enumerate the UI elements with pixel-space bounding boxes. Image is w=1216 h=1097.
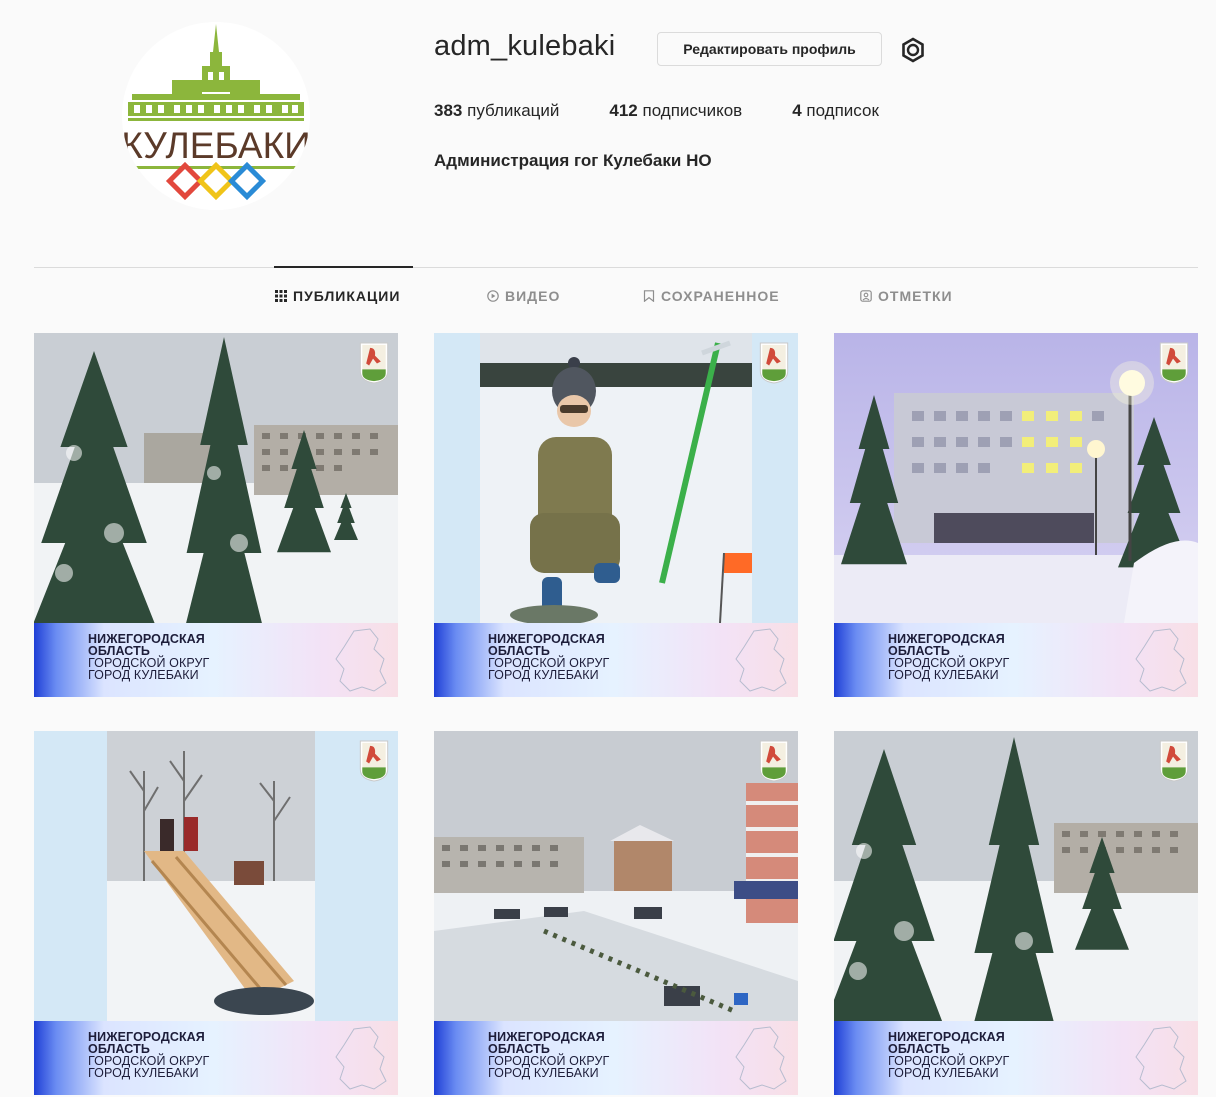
stat-followers[interactable]: 412 подписчиков	[609, 101, 742, 121]
post-banner: НИЖЕГОРОДСКАЯ ОБЛАСТЬ ГОРОДСКОЙ ОКРУГ ГО…	[34, 1021, 398, 1095]
coat-of-arms-icon	[759, 740, 789, 782]
post-banner: НИЖЕГОРОДСКАЯ ОБЛАСТЬ ГОРОДСКОЙ ОКРУГ ГО…	[834, 1021, 1198, 1095]
stat-posts-count: 383	[434, 101, 463, 120]
bookmark-icon	[643, 290, 655, 302]
post-photo	[34, 333, 398, 623]
stat-posts: 383 публикаций	[434, 101, 559, 121]
region-map-icon	[1135, 1026, 1187, 1090]
region-map-icon	[735, 628, 787, 692]
coat-of-arms-icon	[759, 342, 789, 384]
active-tab-indicator	[274, 266, 413, 268]
post-banner: НИЖЕГОРОДСКАЯ ОБЛАСТЬ ГОРОДСКОЙ ОКРУГ ГО…	[434, 1021, 798, 1095]
post-photo	[834, 731, 1198, 1021]
tab-saved[interactable]: СОХРАНЕННОЕ	[643, 288, 780, 304]
kulebaki-logo-icon: КУЛЕБАКИ	[122, 22, 310, 210]
post-tile[interactable]: НИЖЕГОРОДСКАЯ ОБЛАСТЬ ГОРОДСКОЙ ОКРУГ ГО…	[434, 731, 798, 1095]
post-tile[interactable]: НИЖЕГОРОДСКАЯ ОБЛАСТЬ ГОРОДСКОЙ ОКРУГ ГО…	[834, 731, 1198, 1095]
tab-tagged-label: ОТМЕТКИ	[878, 288, 953, 304]
play-icon	[487, 290, 499, 302]
post-photo	[434, 731, 798, 1021]
avatar-text: КУЛЕБАКИ	[122, 125, 310, 166]
coat-of-arms-icon	[359, 342, 389, 384]
post-tile[interactable]: НИЖЕГОРОДСКАЯ ОБЛАСТЬ ГОРОДСКОЙ ОКРУГ ГО…	[34, 333, 398, 697]
tab-video[interactable]: ВИДЕО	[487, 288, 560, 304]
profile-bio: Администрация гог Кулебаки НО	[434, 151, 712, 170]
profile-tabs: ПУБЛИКАЦИИ ВИДЕО СОХРАНЕННОЕ ОТМЕТКИ	[0, 288, 1216, 310]
region-map-icon	[335, 1026, 387, 1090]
region-map-icon	[1135, 628, 1187, 692]
banner-line-4: ГОРОД КУЛЕБАКИ	[488, 668, 599, 682]
post-banner: НИЖЕГОРОДСКАЯ ОБЛАСТЬ ГОРОДСКОЙ ОКРУГ ГО…	[434, 623, 798, 697]
tab-saved-label: СОХРАНЕННОЕ	[661, 288, 780, 304]
region-map-icon	[735, 1026, 787, 1090]
tab-video-label: ВИДЕО	[505, 288, 561, 304]
region-map-icon	[335, 628, 387, 692]
edit-profile-button[interactable]: Редактировать профиль	[657, 32, 882, 66]
coat-of-arms-icon	[1159, 740, 1189, 782]
banner-line-4: ГОРОД КУЛЕБАКИ	[88, 1066, 199, 1080]
profile-avatar[interactable]: КУЛЕБАКИ	[122, 22, 310, 210]
settings-gear-icon[interactable]	[899, 36, 927, 64]
banner-line-4: ГОРОД КУЛЕБАКИ	[888, 1066, 999, 1080]
tab-posts[interactable]: ПУБЛИКАЦИИ	[275, 288, 400, 304]
coat-of-arms-icon	[359, 740, 389, 782]
post-banner: НИЖЕГОРОДСКАЯ ОБЛАСТЬ ГОРОДСКОЙ ОКРУГ ГО…	[34, 623, 398, 697]
profile-username: adm_kulebaki	[434, 30, 616, 62]
stat-following[interactable]: 4 подписок	[792, 101, 879, 121]
post-tile[interactable]: НИЖЕГОРОДСКАЯ ОБЛАСТЬ ГОРОДСКОЙ ОКРУГ ГО…	[434, 333, 798, 697]
stat-posts-label: публикаций	[467, 101, 560, 120]
post-photo	[434, 333, 798, 623]
stat-followers-label: подписчиков	[642, 101, 743, 120]
post-tile[interactable]: НИЖЕГОРОДСКАЯ ОБЛАСТЬ ГОРОДСКОЙ ОКРУГ ГО…	[34, 731, 398, 1095]
profile-page: КУЛЕБАКИ adm_kulebaki Редактировать проф…	[0, 0, 1216, 1097]
post-tile[interactable]: НИЖЕГОРОДСКАЯ ОБЛАСТЬ ГОРОДСКОЙ ОКРУГ ГО…	[834, 333, 1198, 697]
post-banner: НИЖЕГОРОДСКАЯ ОБЛАСТЬ ГОРОДСКОЙ ОКРУГ ГО…	[834, 623, 1198, 697]
tag-icon	[860, 290, 872, 302]
coat-of-arms-icon	[1159, 342, 1189, 384]
grid-icon	[275, 290, 287, 302]
post-photo	[834, 333, 1198, 623]
stat-following-count: 4	[792, 101, 802, 120]
tabs-divider	[34, 267, 1198, 268]
stat-followers-count: 412	[609, 101, 638, 120]
banner-line-4: ГОРОД КУЛЕБАКИ	[888, 668, 999, 682]
profile-stats: 383 публикаций 412 подписчиков 4 подписо…	[434, 101, 929, 121]
stat-following-label: подписок	[806, 101, 879, 120]
banner-line-4: ГОРОД КУЛЕБАКИ	[488, 1066, 599, 1080]
tab-posts-label: ПУБЛИКАЦИИ	[293, 288, 401, 304]
banner-line-4: ГОРОД КУЛЕБАКИ	[88, 668, 199, 682]
post-photo	[34, 731, 398, 1021]
tab-tagged[interactable]: ОТМЕТКИ	[860, 288, 953, 304]
